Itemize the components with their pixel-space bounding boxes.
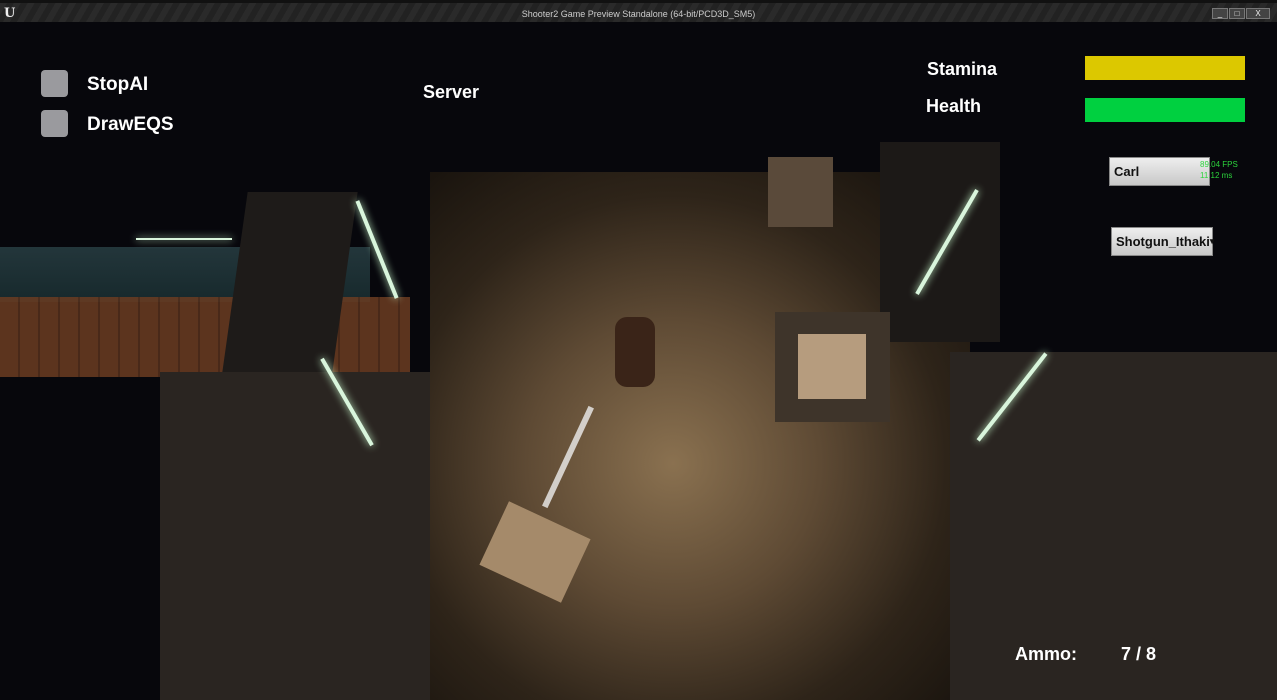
pillar <box>880 142 1000 342</box>
stamina-bar <box>1085 56 1245 80</box>
net-role-label: Server <box>423 82 480 102</box>
pit-floor <box>798 334 866 399</box>
character-button[interactable]: Carl <box>1109 157 1210 186</box>
chevron-down-icon: ▾ <box>1209 236 1215 246</box>
game-viewport[interactable] <box>0 22 1277 700</box>
tiled-floor <box>0 297 410 377</box>
wall <box>950 352 1277 700</box>
minimize-button[interactable]: _ <box>1212 8 1228 19</box>
health-label: Health <box>926 96 982 116</box>
weapon-dropdown[interactable]: Shotgun_Ithaki ▾ <box>1111 227 1215 256</box>
player-character <box>615 317 655 387</box>
draweqs-label: DrawEQS <box>87 114 174 135</box>
fps-readout: 89.04 FPS <box>1200 160 1238 169</box>
stopai-label: StopAI <box>87 74 149 95</box>
ammo-label: Ammo: <box>1015 644 1077 664</box>
stopai-checkbox[interactable] <box>41 70 68 97</box>
maximize-button[interactable]: □ <box>1229 8 1245 19</box>
window-titlebar: U Shooter2 Game Preview Standalone (64-b… <box>0 0 1277 22</box>
close-button[interactable]: X <box>1246 8 1270 19</box>
stamina-label: Stamina <box>927 59 998 79</box>
light-strip <box>136 238 232 240</box>
ammo-count: 7 / 8 <box>1121 644 1157 664</box>
pedestal <box>768 157 833 227</box>
health-bar <box>1085 98 1245 122</box>
weapon-dropdown-value: Shotgun_Ithaki <box>1116 234 1210 249</box>
frame-time-readout: 11.12 ms <box>1200 171 1233 180</box>
window-title: Shooter2 Game Preview Standalone (64-bit… <box>521 9 756 19</box>
wall <box>160 372 430 700</box>
draweqs-checkbox[interactable] <box>41 110 68 137</box>
